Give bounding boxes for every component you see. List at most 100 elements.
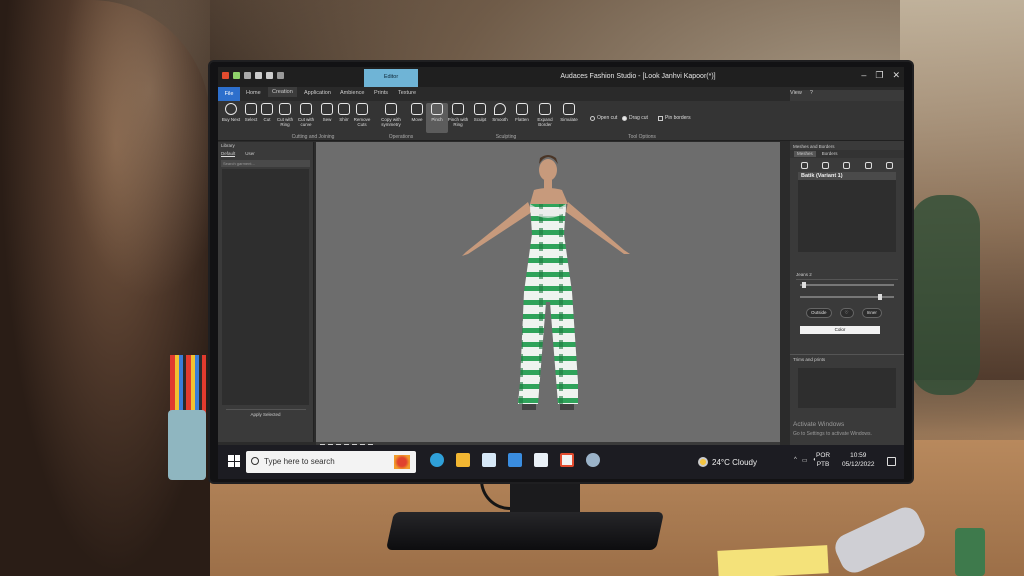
open-icon[interactable]	[255, 72, 262, 79]
flatten-button[interactable]: Flatten	[511, 103, 533, 122]
pin-borders-label: Pin borders	[665, 115, 691, 121]
screen: Editor Audaces Fashion Studio - [Look Ja…	[218, 67, 904, 479]
weather-widget[interactable]: 24°C Cloudy	[698, 457, 757, 467]
avatar-model[interactable]	[316, 142, 780, 442]
sculpt-button[interactable]: Sculpt	[469, 103, 491, 122]
avatar-left-shoe	[522, 404, 536, 410]
drag-cut-option[interactable]: Drag cut	[622, 115, 648, 121]
opacity-slider-thumb[interactable]	[878, 294, 882, 300]
brightness-slider-thumb[interactable]	[802, 282, 806, 288]
smooth-button[interactable]: Smooth	[489, 103, 511, 122]
tab-borders[interactable]: Borders	[822, 151, 838, 157]
color-button[interactable]: Color	[800, 326, 880, 334]
arc-up-icon[interactable]	[843, 162, 851, 169]
tab-creation[interactable]: Creation	[268, 87, 297, 97]
save-as-icon[interactable]	[277, 72, 284, 79]
remove-cuts-button[interactable]: Remove Cuts	[351, 103, 373, 127]
apply-selected-button[interactable]: Apply Selected	[225, 409, 306, 418]
arc-down-icon[interactable]	[864, 162, 872, 169]
background-plant	[910, 195, 980, 395]
move-button[interactable]: Move	[406, 103, 428, 122]
pin-borders-checkbox[interactable]	[658, 115, 663, 121]
undo-icon[interactable]	[244, 72, 251, 79]
simulate-button[interactable]: Simulate	[558, 103, 580, 122]
brightness-slider[interactable]	[800, 282, 894, 288]
mesh-item[interactable]: Batik (Variant 1)	[798, 172, 896, 180]
chevron-up-icon[interactable]: ^	[794, 457, 797, 464]
activate-windows-watermark: Activate Windows Go to Settings to activ…	[793, 420, 872, 439]
windows-start-icon[interactable]	[228, 455, 240, 467]
group-cutting-joining: Cutting and Joining	[291, 134, 335, 140]
network-icon[interactable]: ▭	[802, 457, 808, 464]
tab-file[interactable]: File	[218, 87, 240, 101]
avatar-head	[539, 159, 557, 181]
taskbar-search-input[interactable]: Type here to search	[246, 451, 416, 473]
drag-cut-label: Drag cut	[629, 115, 648, 121]
keyboard-layout: PTB	[816, 461, 830, 468]
tab-prints[interactable]: Prints	[374, 90, 388, 96]
new-file-icon[interactable]	[233, 72, 240, 79]
copy-with-symmetry-button[interactable]: Copy with symmetry	[378, 103, 404, 127]
fabric-dropdown[interactable]: Jeans 2	[796, 272, 898, 280]
search-doodle-icon[interactable]	[394, 455, 410, 469]
3d-viewport[interactable]	[316, 142, 780, 442]
tab-texture[interactable]: Texture	[398, 90, 416, 96]
meshes-borders-panel: Meshes and Borders Meshes Borders Batik …	[790, 142, 904, 462]
library-tab-default[interactable]: Default	[221, 151, 236, 157]
trims-list[interactable]	[798, 368, 896, 408]
pin-borders-option[interactable]: Pin borders	[658, 115, 691, 121]
cut-with-curve-button[interactable]: Cut with curve	[295, 103, 317, 127]
flatten-label: Flatten	[515, 117, 529, 122]
system-tray: ^ ▭ ◖	[794, 457, 816, 464]
open-cut-option[interactable]: Open cut	[590, 115, 617, 121]
inner-button[interactable]: Inner	[861, 308, 882, 318]
satellite-app-icon[interactable]	[586, 453, 600, 467]
buy-next-label: Buy Next	[221, 117, 241, 122]
sculpt-label: Sculpt	[473, 117, 487, 122]
avatar-jumpsuit[interactable]	[518, 204, 578, 404]
close-button[interactable]: ✕	[892, 70, 900, 81]
open-cut-radio[interactable]	[590, 115, 595, 121]
move-icon	[411, 103, 423, 115]
symmetry-icon	[385, 103, 397, 115]
minimize-button[interactable]: –	[861, 70, 866, 81]
notification-icon[interactable]	[887, 457, 896, 466]
tab-application[interactable]: Application	[304, 90, 331, 96]
file-explorer-icon[interactable]	[456, 453, 470, 467]
pinch-label: Pinch	[431, 117, 443, 122]
library-tab-user[interactable]: User	[245, 151, 255, 157]
library-list[interactable]	[222, 169, 309, 405]
search-icon	[251, 457, 259, 465]
sculpt-icon	[474, 103, 486, 115]
library-search-input[interactable]: Search garment...	[221, 160, 310, 167]
edge-icon[interactable]	[430, 453, 444, 467]
pinch-with-ring-label: Pinch with Ring	[447, 117, 469, 127]
apply-mesh-icon[interactable]	[801, 162, 809, 169]
audaces-app-icon[interactable]	[560, 453, 574, 467]
app-logo-icon	[222, 72, 229, 79]
paint-mesh-icon[interactable]	[822, 162, 830, 169]
drag-cut-radio[interactable]	[622, 115, 627, 121]
clock[interactable]: 10:59 05/12/2022	[842, 451, 875, 469]
heart-icon[interactable]: ♡	[839, 308, 854, 318]
side-buttons: Outside ♡ Inner	[806, 308, 904, 318]
meshes-panel-title: Meshes and Borders	[793, 144, 835, 149]
opacity-slider[interactable]	[800, 294, 894, 300]
expand-border-button[interactable]: Expand Border	[534, 103, 556, 127]
context-tab-editor[interactable]: Editor	[364, 69, 418, 87]
tab-ambience[interactable]: Ambience	[340, 90, 364, 96]
language-indicator[interactable]: POR PTB	[816, 451, 830, 469]
tab-meshes[interactable]: Meshes	[794, 151, 816, 157]
monitor-stand-base	[385, 512, 665, 550]
outside-button[interactable]: Outside	[806, 308, 832, 318]
save-icon[interactable]	[266, 72, 273, 79]
buy-next-button[interactable]: Buy Next	[220, 103, 242, 122]
pinch-with-ring-button[interactable]: Pinch with Ring	[445, 103, 471, 127]
maximize-button[interactable]: ❐	[875, 70, 883, 81]
store-icon[interactable]	[482, 453, 496, 467]
trash-icon[interactable]	[885, 162, 893, 169]
mail-icon[interactable]	[508, 453, 522, 467]
document-icon[interactable]	[534, 453, 548, 467]
cut-with-ring-button[interactable]: Cut with Ring	[274, 103, 296, 127]
tab-home[interactable]: Home	[246, 90, 261, 96]
